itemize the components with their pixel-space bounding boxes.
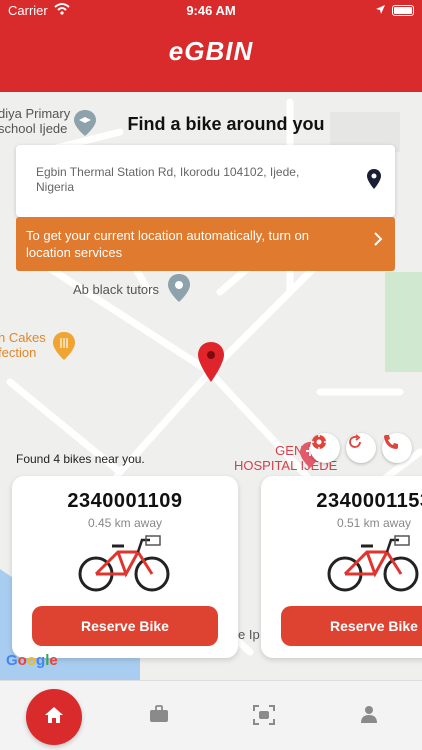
briefcase-icon — [149, 705, 169, 727]
battery-icon — [392, 5, 414, 16]
reserve-bike-button[interactable]: Reserve Bike — [32, 606, 218, 646]
location-services-banner[interactable]: To get your current location automatical… — [16, 217, 395, 271]
nav-profile[interactable] — [360, 705, 378, 728]
bike-card[interactable]: 2340001153 0.51 km away Reserve Bike — [261, 476, 422, 658]
address-text: Egbin Thermal Station Rd, Ikorodu 104102… — [36, 165, 300, 194]
bikes-found-text: Found 4 bikes near you. — [16, 452, 145, 466]
egbin-logo: eGBIN — [168, 36, 254, 66]
call-button[interactable] — [382, 433, 412, 463]
nav-home[interactable] — [26, 689, 82, 745]
settings-button[interactable] — [310, 433, 340, 463]
location-arrow-icon — [375, 3, 386, 18]
map-label-cakes: h Cakes fection — [0, 330, 46, 360]
map-view[interactable]: diya Primary school Ijede Find a bike ar… — [0, 92, 422, 680]
clock: 9:46 AM — [186, 3, 236, 18]
status-bar: Carrier 9:46 AM — [0, 0, 422, 22]
bike-card[interactable]: 2340001109 0.45 km away Reserve Bike — [12, 476, 238, 658]
reserve-bike-button[interactable]: Reserve Bike — [281, 606, 422, 646]
profile-icon — [360, 706, 378, 727]
bottom-navigation — [0, 680, 422, 750]
map-label-road-fragment: e Ip — [238, 627, 260, 642]
bike-distance: 0.51 km away — [336, 516, 412, 530]
home-icon — [44, 706, 64, 729]
bike-id: 2340001109 — [67, 490, 183, 512]
scan-icon — [253, 705, 275, 729]
map-label-tutors: Ab black tutors — [73, 282, 159, 297]
app-header: Carrier 9:46 AM eGBIN — [0, 0, 422, 92]
address-card[interactable]: Egbin Thermal Station Rd, Ikorodu 104102… — [16, 145, 395, 217]
location-banner-text: To get your current location automatical… — [26, 228, 310, 260]
bike-id: 2340001153 — [316, 490, 422, 512]
nav-trips[interactable] — [149, 705, 169, 728]
google-logo: Google — [6, 652, 58, 669]
page-title: Find a bike around you — [127, 114, 325, 134]
refresh-button[interactable] — [346, 433, 376, 463]
nav-scan[interactable] — [253, 705, 275, 730]
bike-distance: 0.45 km away — [87, 516, 163, 530]
